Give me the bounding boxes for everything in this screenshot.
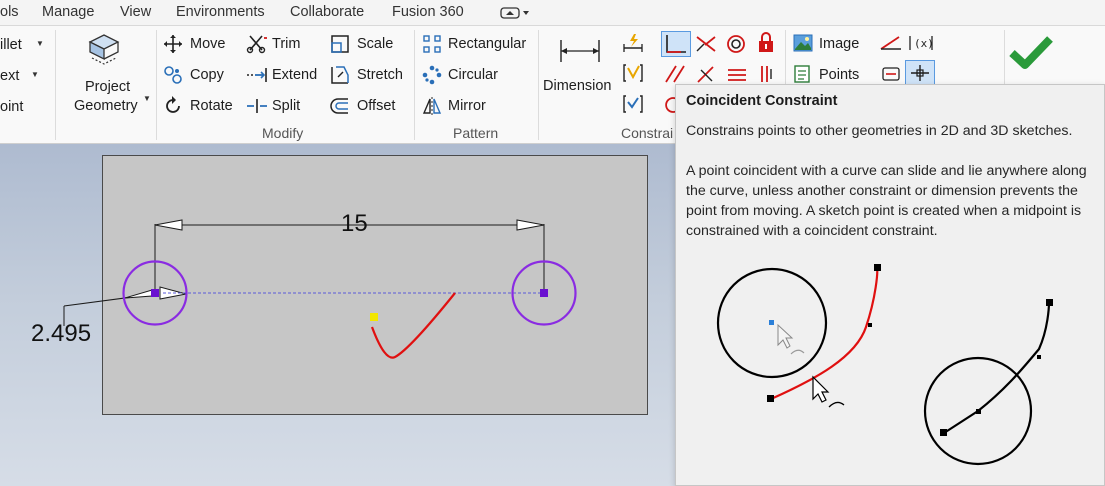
scale-icon	[331, 35, 349, 53]
mirror-icon	[422, 97, 442, 115]
chevron-down-icon: ▼	[143, 94, 151, 103]
text-button[interactable]: ext	[0, 67, 19, 85]
sketch-point	[370, 313, 378, 321]
group-divider	[55, 30, 56, 140]
stretch-icon	[331, 66, 349, 84]
illustration-center-point	[976, 409, 981, 414]
trim-button[interactable]: Trim	[272, 35, 300, 53]
circular-pattern-button[interactable]: Circular	[448, 66, 498, 84]
illustration-endpoint	[767, 395, 774, 402]
sketch-spline	[370, 292, 456, 359]
dimension-icon	[560, 40, 600, 62]
split-button[interactable]: Split	[272, 97, 300, 115]
project-geometry-icon	[88, 34, 120, 65]
diameter-arrow-left	[124, 289, 153, 299]
group-divider	[538, 30, 539, 140]
move-button[interactable]: Move	[190, 35, 225, 53]
mirror-button[interactable]: Mirror	[448, 97, 486, 115]
menu-bar: ols Manage View Environments Collaborate…	[0, 0, 1105, 26]
format-centerline-icon	[882, 67, 900, 81]
modify-group-label: Modify	[262, 125, 304, 141]
offset-icon	[330, 98, 348, 114]
illustration-endpoint	[940, 429, 947, 436]
split-icon	[247, 99, 267, 113]
coincident-constraint-icon[interactable]	[661, 31, 691, 57]
fillet-button[interactable]: illet	[0, 36, 22, 54]
auto-dimension-icon	[623, 34, 643, 52]
copy-button[interactable]: Copy	[190, 66, 224, 84]
svg-text:(x): (x)	[914, 37, 934, 50]
construction-icon	[880, 36, 901, 50]
point-button[interactable]: oint	[0, 98, 23, 116]
scale-button[interactable]: Scale	[357, 35, 393, 53]
illustration-midpoint	[868, 323, 872, 327]
menu-manage[interactable]: Manage	[42, 4, 94, 20]
dimension-arrow-right	[516, 219, 545, 231]
tooltip-summary: Constrains points to other geometries in…	[686, 123, 1073, 139]
menu-view[interactable]: View	[120, 4, 151, 20]
copy-icon	[164, 66, 182, 84]
dimension-value-diameter[interactable]: 2.495	[31, 320, 91, 348]
parallel-constraint-icon	[665, 65, 685, 83]
pattern-group-label: Pattern	[453, 125, 499, 141]
trim-icon	[246, 35, 267, 54]
tooltip-title: Coincident Constraint	[686, 93, 838, 109]
image-icon	[793, 34, 813, 52]
circle-center-point-right	[540, 289, 548, 297]
coincident-cursor-glyph	[828, 401, 845, 408]
show-constraints-icon	[623, 64, 643, 82]
points-button[interactable]: Points	[819, 66, 859, 84]
tooltip-description: A point coincident with a curve can slid…	[686, 163, 1087, 239]
illustration-endpoint	[874, 264, 881, 271]
menu-collaborate[interactable]: Collaborate	[290, 4, 364, 20]
project-geometry-label-2: Geometry	[74, 98, 138, 114]
move-icon	[164, 35, 182, 53]
offset-button[interactable]: Offset	[357, 97, 395, 115]
concentric-constraint-icon	[727, 35, 745, 53]
dimension-arrow-left	[154, 219, 183, 231]
vertical-constraint-icon	[761, 66, 772, 82]
image-button[interactable]: Image	[819, 35, 859, 53]
driven-dimension-icon: (x)	[909, 36, 934, 50]
group-divider	[414, 30, 415, 140]
dimension-button[interactable]: Dimension	[543, 77, 612, 95]
stretch-button[interactable]: Stretch	[357, 66, 403, 84]
collinear-constraint-icon	[696, 36, 716, 52]
menu-environments[interactable]: Environments	[176, 4, 265, 20]
sketch-geometry	[63, 219, 577, 359]
illustration-midpoint	[1037, 355, 1041, 359]
quick-access-dropdown-icon[interactable]	[500, 6, 530, 20]
perpendicular-constraint-icon	[697, 66, 714, 83]
chevron-down-icon[interactable]: ▼	[31, 70, 39, 79]
rotate-button[interactable]: Rotate	[190, 97, 233, 115]
extend-icon	[247, 68, 267, 82]
illustration-center-point	[769, 320, 774, 325]
finish-sketch-check-icon[interactable]	[1009, 34, 1053, 70]
center-point-icon[interactable]	[905, 60, 935, 86]
dimension-value-horizontal[interactable]: 15	[341, 210, 368, 238]
cursor-icon-faded	[777, 323, 794, 349]
illustration-spline-black	[943, 301, 1051, 434]
horizontal-constraint-icon	[728, 69, 746, 81]
illustration-endpoint	[1046, 299, 1053, 306]
constraint-settings-icon	[623, 95, 643, 113]
group-divider	[156, 30, 157, 140]
menu-tools[interactable]: ols	[0, 4, 19, 20]
circular-pattern-icon	[422, 65, 442, 85]
tooltip-illustration	[716, 264, 1053, 466]
chevron-down-icon[interactable]: ▼	[36, 39, 44, 48]
tooltip-coincident-constraint: Coincident Constraint Constrains points …	[675, 84, 1105, 486]
rotate-icon	[166, 96, 180, 113]
menu-fusion-360[interactable]: Fusion 360	[392, 4, 464, 20]
fix-constraint-icon	[759, 32, 773, 52]
rectangular-pattern-icon	[423, 35, 441, 53]
rectangular-pattern-button[interactable]: Rectangular	[448, 35, 526, 53]
circle-center-point-left	[151, 289, 159, 297]
project-geometry-label: Project	[85, 79, 131, 95]
cursor-icon	[812, 375, 830, 403]
points-icon	[794, 65, 810, 83]
extend-button[interactable]: Extend	[272, 66, 317, 84]
constrain-group-label: Constrai	[621, 125, 674, 141]
coincident-cursor-glyph-faded	[790, 349, 805, 355]
